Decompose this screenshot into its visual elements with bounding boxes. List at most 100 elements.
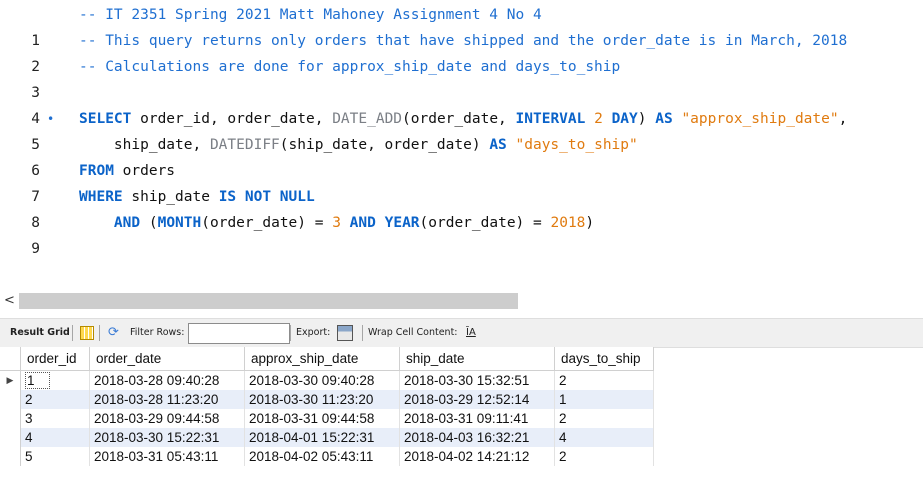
sql-text: ship_date, — [79, 137, 210, 153]
sql-function: DATEDIFF — [209, 137, 280, 153]
table-cell[interactable]: 2 — [20, 390, 90, 409]
result-grid[interactable]: order_id order_date approx_ship_date shi… — [0, 347, 660, 466]
editor-horizontal-scrollbar[interactable]: < — [0, 292, 923, 310]
wrap-cell-content-label: Wrap Cell Content: — [368, 327, 458, 338]
table-cell[interactable]: 2018-03-31 05:43:11 — [89, 447, 245, 466]
table-cell[interactable]: 2018-03-30 15:32:51 — [399, 370, 555, 390]
sql-text: ) — [585, 215, 595, 231]
row-indicator[interactable] — [0, 447, 21, 466]
table-row[interactable]: 2 2018-03-28 11:23:20 2018-03-30 11:23:2… — [0, 390, 654, 409]
sql-keyword: AS — [655, 111, 673, 127]
table-cell[interactable]: 2018-04-01 15:22:31 — [244, 428, 400, 447]
header-row: order_id order_date approx_ship_date shi… — [0, 347, 654, 371]
column-header-order-date[interactable]: order_date — [89, 347, 245, 371]
sql-editor[interactable]: 1 -- IT 2351 Spring 2021 Matt Mahoney As… — [0, 0, 923, 257]
wrap-cell-icon[interactable]: ĪA — [466, 319, 476, 347]
column-header-days-to-ship[interactable]: days_to_ship — [554, 347, 654, 371]
selected-cell-value: 1 — [25, 372, 50, 389]
sql-space — [603, 111, 612, 127]
table-row[interactable]: 3 2018-03-29 09:44:58 2018-03-31 09:44:5… — [0, 409, 654, 428]
export-label: Export: — [296, 327, 331, 338]
scroll-left-icon[interactable]: < — [4, 292, 15, 310]
sql-code: SELECT order_id, order_date, DATE_ADD(or… — [79, 106, 847, 132]
sql-keyword: AND — [349, 215, 376, 231]
filter-rows-input[interactable] — [188, 323, 290, 344]
table-cell[interactable]: 2018-04-02 14:21:12 — [399, 447, 555, 466]
result-table: order_id order_date approx_ship_date shi… — [0, 347, 654, 466]
editor-line-5[interactable]: 5 • SELECT order_id, order_date, DATE_AD… — [0, 106, 923, 153]
row-indicator[interactable] — [0, 428, 21, 447]
editor-line-2[interactable]: 2 -- This query returns only orders that… — [0, 28, 923, 75]
editor-line-9[interactable]: 9 AND (MONTH(order_date) = 3 AND YEAR(or… — [0, 210, 923, 257]
table-cell[interactable]: 1 — [20, 370, 90, 390]
table-cell[interactable]: 3 — [20, 409, 90, 428]
column-header-ship-date[interactable]: ship_date — [399, 347, 555, 371]
sql-indent — [79, 215, 114, 231]
export-icon[interactable] — [337, 325, 353, 341]
table-cell[interactable]: 4 — [554, 428, 654, 447]
table-cell[interactable]: 2018-03-31 09:44:58 — [244, 409, 400, 428]
table-cell[interactable]: 2018-03-28 09:40:28 — [89, 370, 245, 390]
editor-line-8[interactable]: 8 WHERE ship_date IS NOT NULL — [0, 184, 923, 231]
table-cell[interactable]: 2 — [554, 370, 654, 390]
result-grid-tab[interactable]: Result Grid — [10, 319, 70, 347]
sql-space — [507, 137, 516, 153]
editor-line-6[interactable]: 6 ship_date, DATEDIFF(ship_date, order_d… — [0, 132, 923, 179]
statement-marker-icon[interactable]: • — [47, 106, 54, 132]
column-header-approx-ship-date[interactable]: approx_ship_date — [244, 347, 400, 371]
sql-text: ) — [637, 111, 656, 127]
editor-line-1[interactable]: 1 -- IT 2351 Spring 2021 Matt Mahoney As… — [0, 2, 923, 49]
current-row-arrow-icon[interactable]: ▶ — [0, 370, 21, 390]
editor-line-3[interactable]: 3 -- Calculations are done for approx_sh… — [0, 54, 923, 101]
table-cell[interactable]: 2018-03-31 09:11:41 — [399, 409, 555, 428]
table-cell[interactable]: 2018-03-28 11:23:20 — [89, 390, 245, 409]
sql-code: AND (MONTH(order_date) = 3 AND YEAR(orde… — [79, 210, 594, 236]
table-cell[interactable]: 2018-03-29 12:52:14 — [399, 390, 555, 409]
sql-number: 3 — [332, 215, 341, 231]
sql-comment: -- This query returns only orders that h… — [79, 33, 848, 49]
table-cell[interactable]: 2018-03-30 11:23:20 — [244, 390, 400, 409]
table-cell[interactable]: 4 — [20, 428, 90, 447]
editor-line-7[interactable]: 7 FROM orders — [0, 158, 923, 205]
sql-comment: -- IT 2351 Spring 2021 Matt Mahoney Assi… — [79, 7, 542, 23]
table-cell[interactable]: 2018-03-29 09:44:58 — [89, 409, 245, 428]
sql-code: FROM orders — [79, 158, 175, 184]
grid-icon[interactable] — [80, 326, 94, 340]
sql-string: "approx_ship_date" — [681, 111, 839, 127]
table-cell[interactable]: 2018-04-02 05:43:11 — [244, 447, 400, 466]
sql-comment: -- Calculations are done for approx_ship… — [79, 59, 621, 75]
sql-text: (order_date) = — [201, 215, 333, 231]
sql-keyword: IS NOT NULL — [218, 189, 315, 205]
table-row[interactable]: ▶ 1 2018-03-28 09:40:28 2018-03-30 09:40… — [0, 370, 654, 390]
filter-refresh-icon[interactable]: ⟳ — [108, 319, 119, 347]
filter-rows-label: Filter Rows: — [130, 327, 185, 338]
sql-function: DATE_ADD — [332, 111, 403, 127]
table-cell[interactable]: 1 — [554, 390, 654, 409]
sql-text: ( — [140, 215, 158, 231]
sql-code: WHERE ship_date IS NOT NULL — [79, 184, 315, 210]
table-cell[interactable]: 2 — [554, 409, 654, 428]
scrollbar-thumb[interactable] — [19, 293, 518, 309]
table-cell[interactable]: 2018-03-30 09:40:28 — [244, 370, 400, 390]
line-number: 9 — [31, 241, 40, 257]
editor-line-4[interactable]: 4 — [0, 80, 923, 127]
row-indicator[interactable] — [0, 409, 21, 428]
toolbar-divider — [72, 325, 73, 341]
sql-keyword: INTERVAL — [515, 111, 586, 127]
table-cell[interactable]: 2 — [554, 447, 654, 466]
table-cell[interactable]: 2018-03-30 15:22:31 — [89, 428, 245, 447]
toolbar-divider — [362, 325, 363, 341]
sql-keyword: WHERE — [79, 189, 123, 205]
table-row[interactable]: 5 2018-03-31 05:43:11 2018-04-02 05:43:1… — [0, 447, 654, 466]
result-toolbar: Result Grid ⟳ Filter Rows: Export: Wrap … — [0, 318, 923, 348]
sql-text: (order_date, — [402, 111, 516, 127]
table-row[interactable]: 4 2018-03-30 15:22:31 2018-04-01 15:22:3… — [0, 428, 654, 447]
row-indicator[interactable] — [0, 390, 21, 409]
sql-text: (ship_date, order_date) — [279, 137, 490, 153]
sql-number: 2 — [594, 111, 603, 127]
column-header-order-id[interactable]: order_id — [20, 347, 90, 371]
sql-keyword: AND — [113, 215, 141, 231]
sql-text: ship_date — [122, 189, 219, 205]
table-cell[interactable]: 5 — [20, 447, 90, 466]
table-cell[interactable]: 2018-04-03 16:32:21 — [399, 428, 555, 447]
